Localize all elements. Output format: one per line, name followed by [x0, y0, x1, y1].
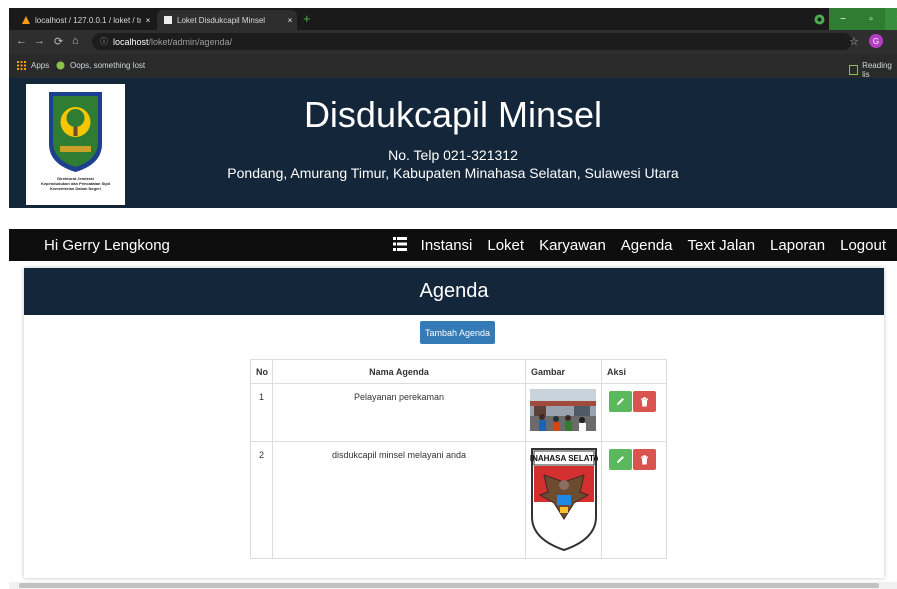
cell-no: 2 [250, 441, 273, 559]
cell-name: disdukcapil minsel melayani anda [272, 441, 526, 559]
bookmark-oops[interactable]: Oops, something lost [56, 61, 145, 70]
cell-image [525, 383, 602, 442]
close-icon[interactable]: × [141, 16, 155, 25]
nav-menu: Instansi Loket Karyawan Agenda Text Jala… [421, 237, 886, 254]
pencil-icon [617, 456, 624, 463]
forward-icon[interactable]: → [34, 35, 45, 47]
delete-button[interactable] [633, 391, 656, 412]
nav-loket[interactable]: Loket [487, 237, 524, 254]
horizontal-scrollbar[interactable] [9, 582, 897, 589]
main-navbar: Hi Gerry Lengkong Instansi Loket Karyawa… [9, 229, 897, 261]
bookmark-label: Apps [31, 61, 50, 70]
trash-icon [641, 396, 648, 406]
apps-grid-icon [17, 61, 26, 70]
cell-no: 1 [250, 383, 273, 442]
scrollbar-thumb[interactable] [19, 583, 879, 588]
site-address: Pondang, Amurang Timur, Kabupaten Minaha… [227, 165, 679, 181]
agenda-photo[interactable] [530, 389, 596, 431]
reload-icon[interactable]: ⟳ [54, 35, 63, 48]
agenda-panel: Agenda Tambah Agenda No Nama Agenda Gamb… [24, 268, 884, 578]
bookmarks-bar: Apps Oops, something lost Reading lis [9, 54, 897, 78]
emblem-text: MINAHASA SELATAN [530, 454, 598, 463]
url-path: /loket/admin/agenda/ [148, 36, 233, 47]
restore-button[interactable]: ▫ [857, 8, 885, 30]
nav-logout[interactable]: Logout [840, 237, 886, 254]
page-icon [163, 15, 173, 25]
nav-karyawan[interactable]: Karyawan [539, 237, 606, 254]
reading-list-icon [849, 65, 859, 75]
agenda-table: No Nama Agenda Gambar Aksi 1 Pelayanan p… [250, 359, 667, 559]
cell-name: Pelayanan perekaman [272, 383, 526, 442]
tab-loket[interactable]: Loket Disdukcapil Minsel × [157, 10, 297, 30]
nav-laporan[interactable]: Laporan [770, 237, 825, 254]
new-tab-button[interactable]: + [303, 11, 311, 26]
tab-title: localhost / 127.0.0.1 / loket / trai [35, 15, 141, 25]
site-title: Disdukcapil Minsel [303, 94, 603, 135]
url-field[interactable]: ⓘ localhost/loket/admin/agenda/ [92, 33, 852, 50]
table-header-row: No Nama Agenda Gambar Aksi [250, 359, 667, 384]
col-header-name: Nama Agenda [272, 359, 526, 384]
globe-icon [56, 61, 65, 70]
user-greeting: Hi Gerry Lengkong [44, 237, 170, 254]
col-header-actions: Aksi [601, 359, 667, 384]
back-icon[interactable]: ← [16, 35, 27, 47]
col-header-no: No [250, 359, 273, 384]
add-agenda-button[interactable]: Tambah Agenda [420, 321, 495, 344]
site-phone: No. Telp 021-321312 [388, 147, 518, 163]
tab-title: Loket Disdukcapil Minsel [177, 15, 266, 25]
star-icon[interactable]: ☆ [849, 35, 859, 48]
site-header: Direktorat Jenderal Kependudukan dan Pen… [9, 78, 897, 208]
home-icon[interactable]: ⌂ [72, 35, 79, 47]
trash-icon [641, 454, 648, 464]
delete-button[interactable] [633, 449, 656, 470]
nav-text-jalan[interactable]: Text Jalan [688, 237, 756, 254]
garuda-emblem-icon [49, 92, 102, 172]
info-icon: ⓘ [100, 37, 108, 46]
close-icon[interactable]: × [283, 16, 297, 25]
url-host: localhost [113, 36, 149, 47]
bookmark-apps[interactable]: Apps [17, 61, 49, 70]
minahasa-selatan-emblem[interactable]: MINAHASA SELATAN [523, 447, 605, 552]
minimize-button[interactable]: − [829, 8, 857, 30]
close-window-button[interactable]: × [885, 8, 897, 30]
logo-caption: Direktorat Jenderal Kependudukan dan Pen… [40, 176, 111, 191]
nav-agenda[interactable]: Agenda [621, 237, 673, 254]
cell-image: MINAHASA SELATAN [523, 441, 605, 559]
col-header-image: Gambar [525, 359, 602, 384]
bookmark-label: Oops, something lost [70, 61, 146, 70]
table-row: 2 disdukcapil minsel melayani anda MINAH… [250, 441, 667, 559]
reading-list[interactable]: Reading lis [849, 61, 897, 78]
reading-list-label: Reading lis [862, 61, 892, 78]
phpmyadmin-icon [21, 15, 31, 25]
dukcapil-logo: Direktorat Jenderal Kependudukan dan Pen… [26, 84, 125, 205]
tab-phpmyadmin[interactable]: localhost / 127.0.0.1 / loket / trai × [15, 10, 155, 30]
table-row: 1 Pelayanan perekaman [250, 383, 667, 442]
browser-window: localhost / 127.0.0.1 / loket / trai × L… [9, 8, 897, 78]
nav-instansi[interactable]: Instansi [421, 237, 473, 254]
profile-avatar[interactable]: G [869, 34, 883, 48]
tab-strip: localhost / 127.0.0.1 / loket / trai × L… [9, 8, 897, 30]
pencil-icon [617, 398, 624, 405]
address-bar-row: ← → ⟳ ⌂ ⓘ localhost/loket/admin/agenda/ … [9, 30, 897, 54]
edit-button[interactable] [609, 391, 632, 412]
panel-title: Agenda [24, 268, 884, 315]
list-menu-icon[interactable] [393, 237, 407, 251]
cell-actions [601, 441, 667, 559]
cell-actions [601, 383, 667, 442]
edit-button[interactable] [609, 449, 632, 470]
